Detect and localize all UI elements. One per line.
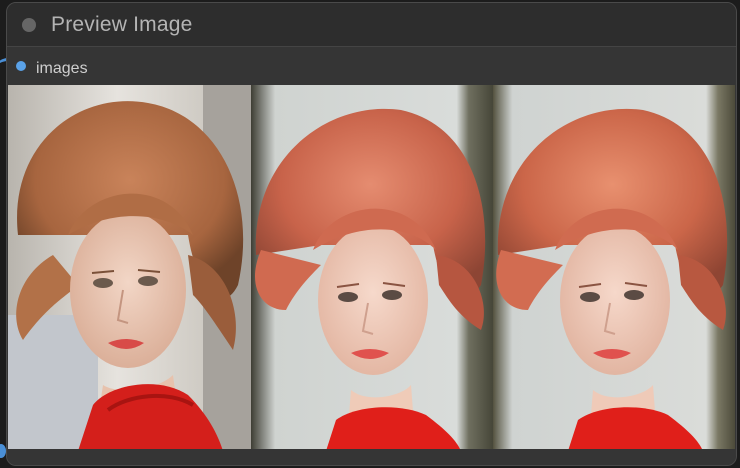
input-slot-dot-icon[interactable]	[16, 61, 26, 71]
node-header[interactable]: Preview Image	[7, 3, 736, 47]
image-preview-area[interactable]	[8, 85, 735, 451]
preview-image-3[interactable]	[493, 85, 735, 451]
input-slot-images[interactable]: images	[7, 47, 736, 85]
node-title: Preview Image	[51, 13, 193, 36]
preview-image-1[interactable]	[8, 85, 251, 451]
preview-image-node[interactable]: Preview Image images	[6, 2, 737, 466]
preview-image-2[interactable]	[251, 85, 493, 451]
input-slot-label: images	[36, 60, 88, 77]
portrait-image	[251, 85, 493, 451]
node-footer	[7, 449, 736, 465]
portrait-image	[8, 85, 251, 451]
portrait-image	[493, 85, 735, 451]
collapse-toggle-icon[interactable]	[22, 18, 36, 32]
graph-canvas[interactable]: Preview Image images	[0, 0, 740, 468]
